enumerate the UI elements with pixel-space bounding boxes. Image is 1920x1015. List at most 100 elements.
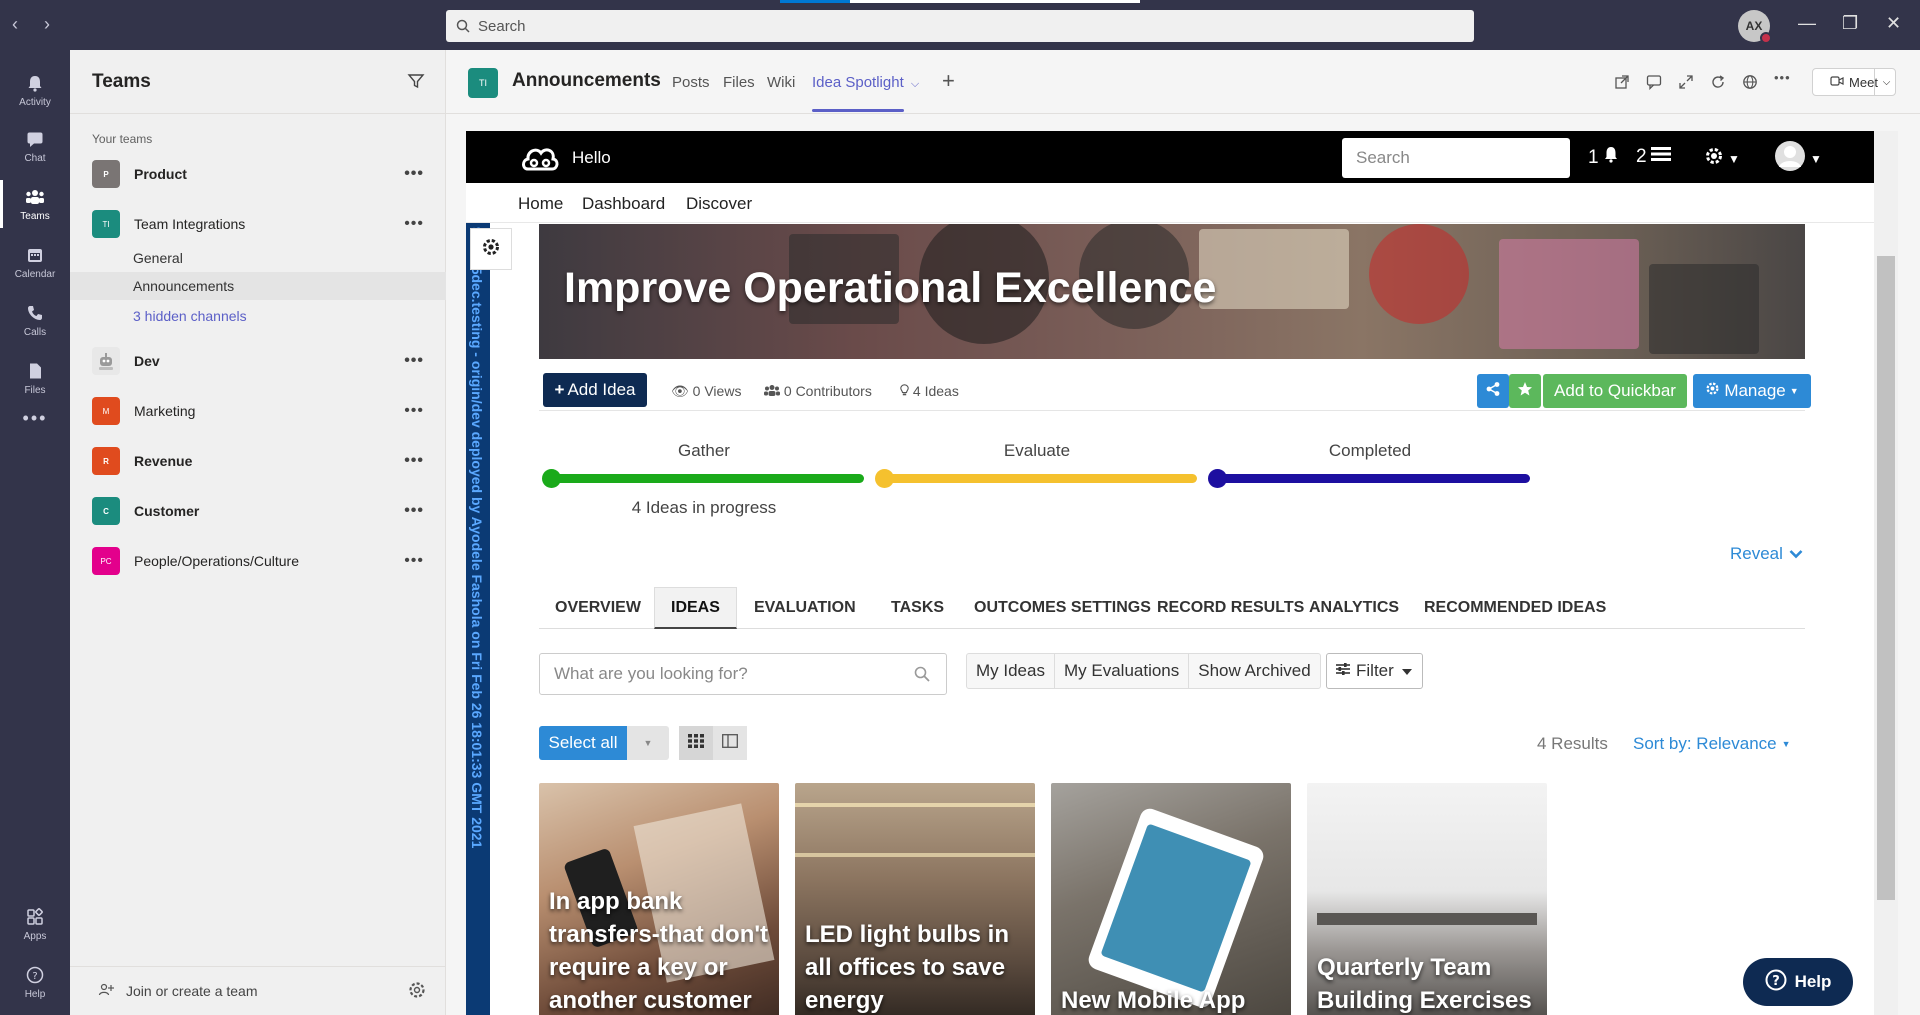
forward-icon[interactable]: ›: [44, 14, 50, 35]
filter-icon[interactable]: [407, 72, 425, 96]
nav-discover[interactable]: Discover: [686, 194, 752, 214]
help-button[interactable]: ? Help: [1743, 958, 1853, 1006]
idea-card[interactable]: In app bank transfers-that don't require…: [539, 783, 779, 1015]
sort-dropdown[interactable]: Sort by: Relevance ▼: [1633, 734, 1791, 754]
files-icon: [24, 360, 46, 382]
sliders-icon: [1335, 661, 1351, 681]
conversation-icon[interactable]: [1646, 74, 1662, 95]
svg-text:?: ?: [1772, 974, 1780, 989]
team-customer[interactable]: C Customer •••: [70, 491, 446, 531]
challenge-hero-banner: Improve Operational Excellence: [539, 224, 1805, 359]
favorite-button[interactable]: [1509, 374, 1541, 408]
challenge-actions: + Add Idea 👁 0 Views 0 Contributors 4 Id…: [539, 371, 1811, 411]
tab-analytics[interactable]: ANALYTICS: [1293, 587, 1415, 629]
tab-posts[interactable]: Posts: [672, 74, 710, 91]
globe-icon[interactable]: [1742, 74, 1758, 95]
reveal-toggle[interactable]: Reveal: [1730, 544, 1803, 564]
caret-down-icon: [1402, 669, 1412, 675]
rail-teams[interactable]: Teams: [0, 176, 70, 232]
team-integrations[interactable]: TI Team Integrations •••: [70, 204, 446, 244]
idea-card[interactable]: LED light bulbs in all offices to save e…: [795, 783, 1035, 1015]
select-all-dropdown[interactable]: ▼: [627, 726, 669, 760]
tab-wiki[interactable]: Wiki: [767, 74, 795, 91]
idea-card[interactable]: Quarterly Team Building Exercises: [1307, 783, 1547, 1015]
split-view-button[interactable]: [713, 726, 747, 760]
gear-icon[interactable]: [408, 981, 426, 1002]
notifications-button[interactable]: 1: [1588, 146, 1619, 169]
more-options-icon[interactable]: •••: [404, 352, 424, 370]
tab-idea-spotlight[interactable]: Idea Spotlight ⌵: [812, 74, 919, 91]
search-input[interactable]: Search: [446, 10, 1474, 42]
grid-view-button[interactable]: [679, 726, 713, 760]
manage-dropdown[interactable]: Manage ▼: [1693, 374, 1811, 408]
rail-activity[interactable]: Activity: [0, 62, 70, 118]
team-revenue[interactable]: R Revenue •••: [70, 441, 446, 481]
rail-files[interactable]: Files: [0, 350, 70, 406]
tab-overview[interactable]: OVERVIEW: [539, 587, 657, 629]
more-options-icon[interactable]: •••: [404, 452, 424, 470]
rail-calls[interactable]: Calls: [0, 292, 70, 348]
rail-calendar[interactable]: Calendar: [0, 234, 70, 290]
rail-more[interactable]: •••: [0, 402, 70, 434]
filter-dropdown[interactable]: Filter: [1326, 653, 1423, 689]
maximize-icon[interactable]: ❐: [1842, 13, 1858, 34]
rail-apps[interactable]: Apps: [0, 896, 70, 952]
more-options-icon[interactable]: •••: [404, 502, 424, 520]
popout-icon[interactable]: [1614, 74, 1630, 95]
tab-recommended-ideas[interactable]: RECOMMENDED IDEAS: [1408, 587, 1622, 629]
hidden-channels-link[interactable]: 3 hidden channels: [70, 302, 446, 330]
my-ideas-button[interactable]: My Ideas: [967, 654, 1055, 688]
nav-dashboard[interactable]: Dashboard: [582, 194, 665, 214]
tab-tasks[interactable]: TASKS: [875, 587, 960, 629]
caret-down-icon: ▼: [1728, 152, 1740, 166]
rail-chat[interactable]: Chat: [0, 118, 70, 174]
refresh-icon[interactable]: [1710, 74, 1726, 95]
team-marketing[interactable]: M Marketing •••: [70, 391, 446, 431]
content-scrollbar[interactable]: [1874, 131, 1898, 1015]
scrollbar-thumb[interactable]: [1877, 256, 1895, 900]
my-evaluations-button[interactable]: My Evaluations: [1055, 654, 1190, 688]
app-search-input[interactable]: Search: [1342, 138, 1570, 178]
join-create-team[interactable]: Join or create a team: [70, 966, 446, 1015]
tab-files[interactable]: Files: [723, 74, 755, 91]
tab-outcomes-settings[interactable]: OUTCOMES SETTINGS: [958, 587, 1167, 629]
channel-announcements[interactable]: Announcements: [70, 272, 446, 300]
show-archived-button[interactable]: Show Archived: [1189, 654, 1319, 688]
expand-icon[interactable]: [1678, 74, 1694, 95]
rail-help[interactable]: ? Help: [0, 954, 70, 1010]
lightbulb-icon: [900, 383, 909, 399]
select-all-button[interactable]: Select all: [539, 726, 627, 760]
add-to-quickbar-button[interactable]: Add to Quickbar: [1543, 374, 1687, 408]
team-people-operations[interactable]: PC People/Operations/Culture •••: [70, 541, 446, 581]
back-icon[interactable]: ‹: [12, 14, 18, 35]
sticker-shape: [1499, 239, 1639, 349]
close-icon[interactable]: ✕: [1886, 13, 1901, 34]
tasks-button[interactable]: 2: [1636, 146, 1671, 168]
team-product[interactable]: P Product •••: [70, 154, 446, 194]
user-menu-dropdown[interactable]: ▼: [1774, 140, 1822, 178]
nav-home[interactable]: Home: [518, 194, 563, 214]
add-tab-icon[interactable]: +: [942, 68, 955, 94]
channel-general[interactable]: General: [70, 244, 446, 272]
chevron-down-icon: [1789, 544, 1803, 564]
more-options-icon[interactable]: •••: [404, 165, 424, 183]
settings-gear-button[interactable]: [470, 228, 512, 270]
more-options-icon[interactable]: •••: [404, 402, 424, 420]
tab-ideas[interactable]: IDEAS: [654, 587, 737, 629]
tab-evaluation[interactable]: EVALUATION: [738, 587, 872, 629]
team-dev[interactable]: Dev •••: [70, 341, 446, 381]
meet-dropdown[interactable]: ⌵: [1874, 68, 1898, 96]
chat-icon: [24, 128, 46, 150]
more-options-icon[interactable]: •••: [404, 552, 424, 570]
add-idea-button[interactable]: + Add Idea: [543, 373, 647, 407]
idea-card[interactable]: New Mobile App: [1051, 783, 1291, 1015]
more-options-icon[interactable]: •••: [1774, 70, 1791, 85]
ideas-search-input[interactable]: What are you looking for?: [539, 653, 947, 695]
minimize-icon[interactable]: —: [1798, 13, 1816, 34]
settings-dropdown[interactable]: ▼: [1704, 146, 1740, 172]
stage-gather-bar: [544, 474, 864, 483]
share-button[interactable]: [1477, 374, 1509, 408]
more-options-icon[interactable]: •••: [404, 215, 424, 233]
gear-icon: [1705, 381, 1720, 401]
avatar[interactable]: AX: [1738, 10, 1772, 44]
